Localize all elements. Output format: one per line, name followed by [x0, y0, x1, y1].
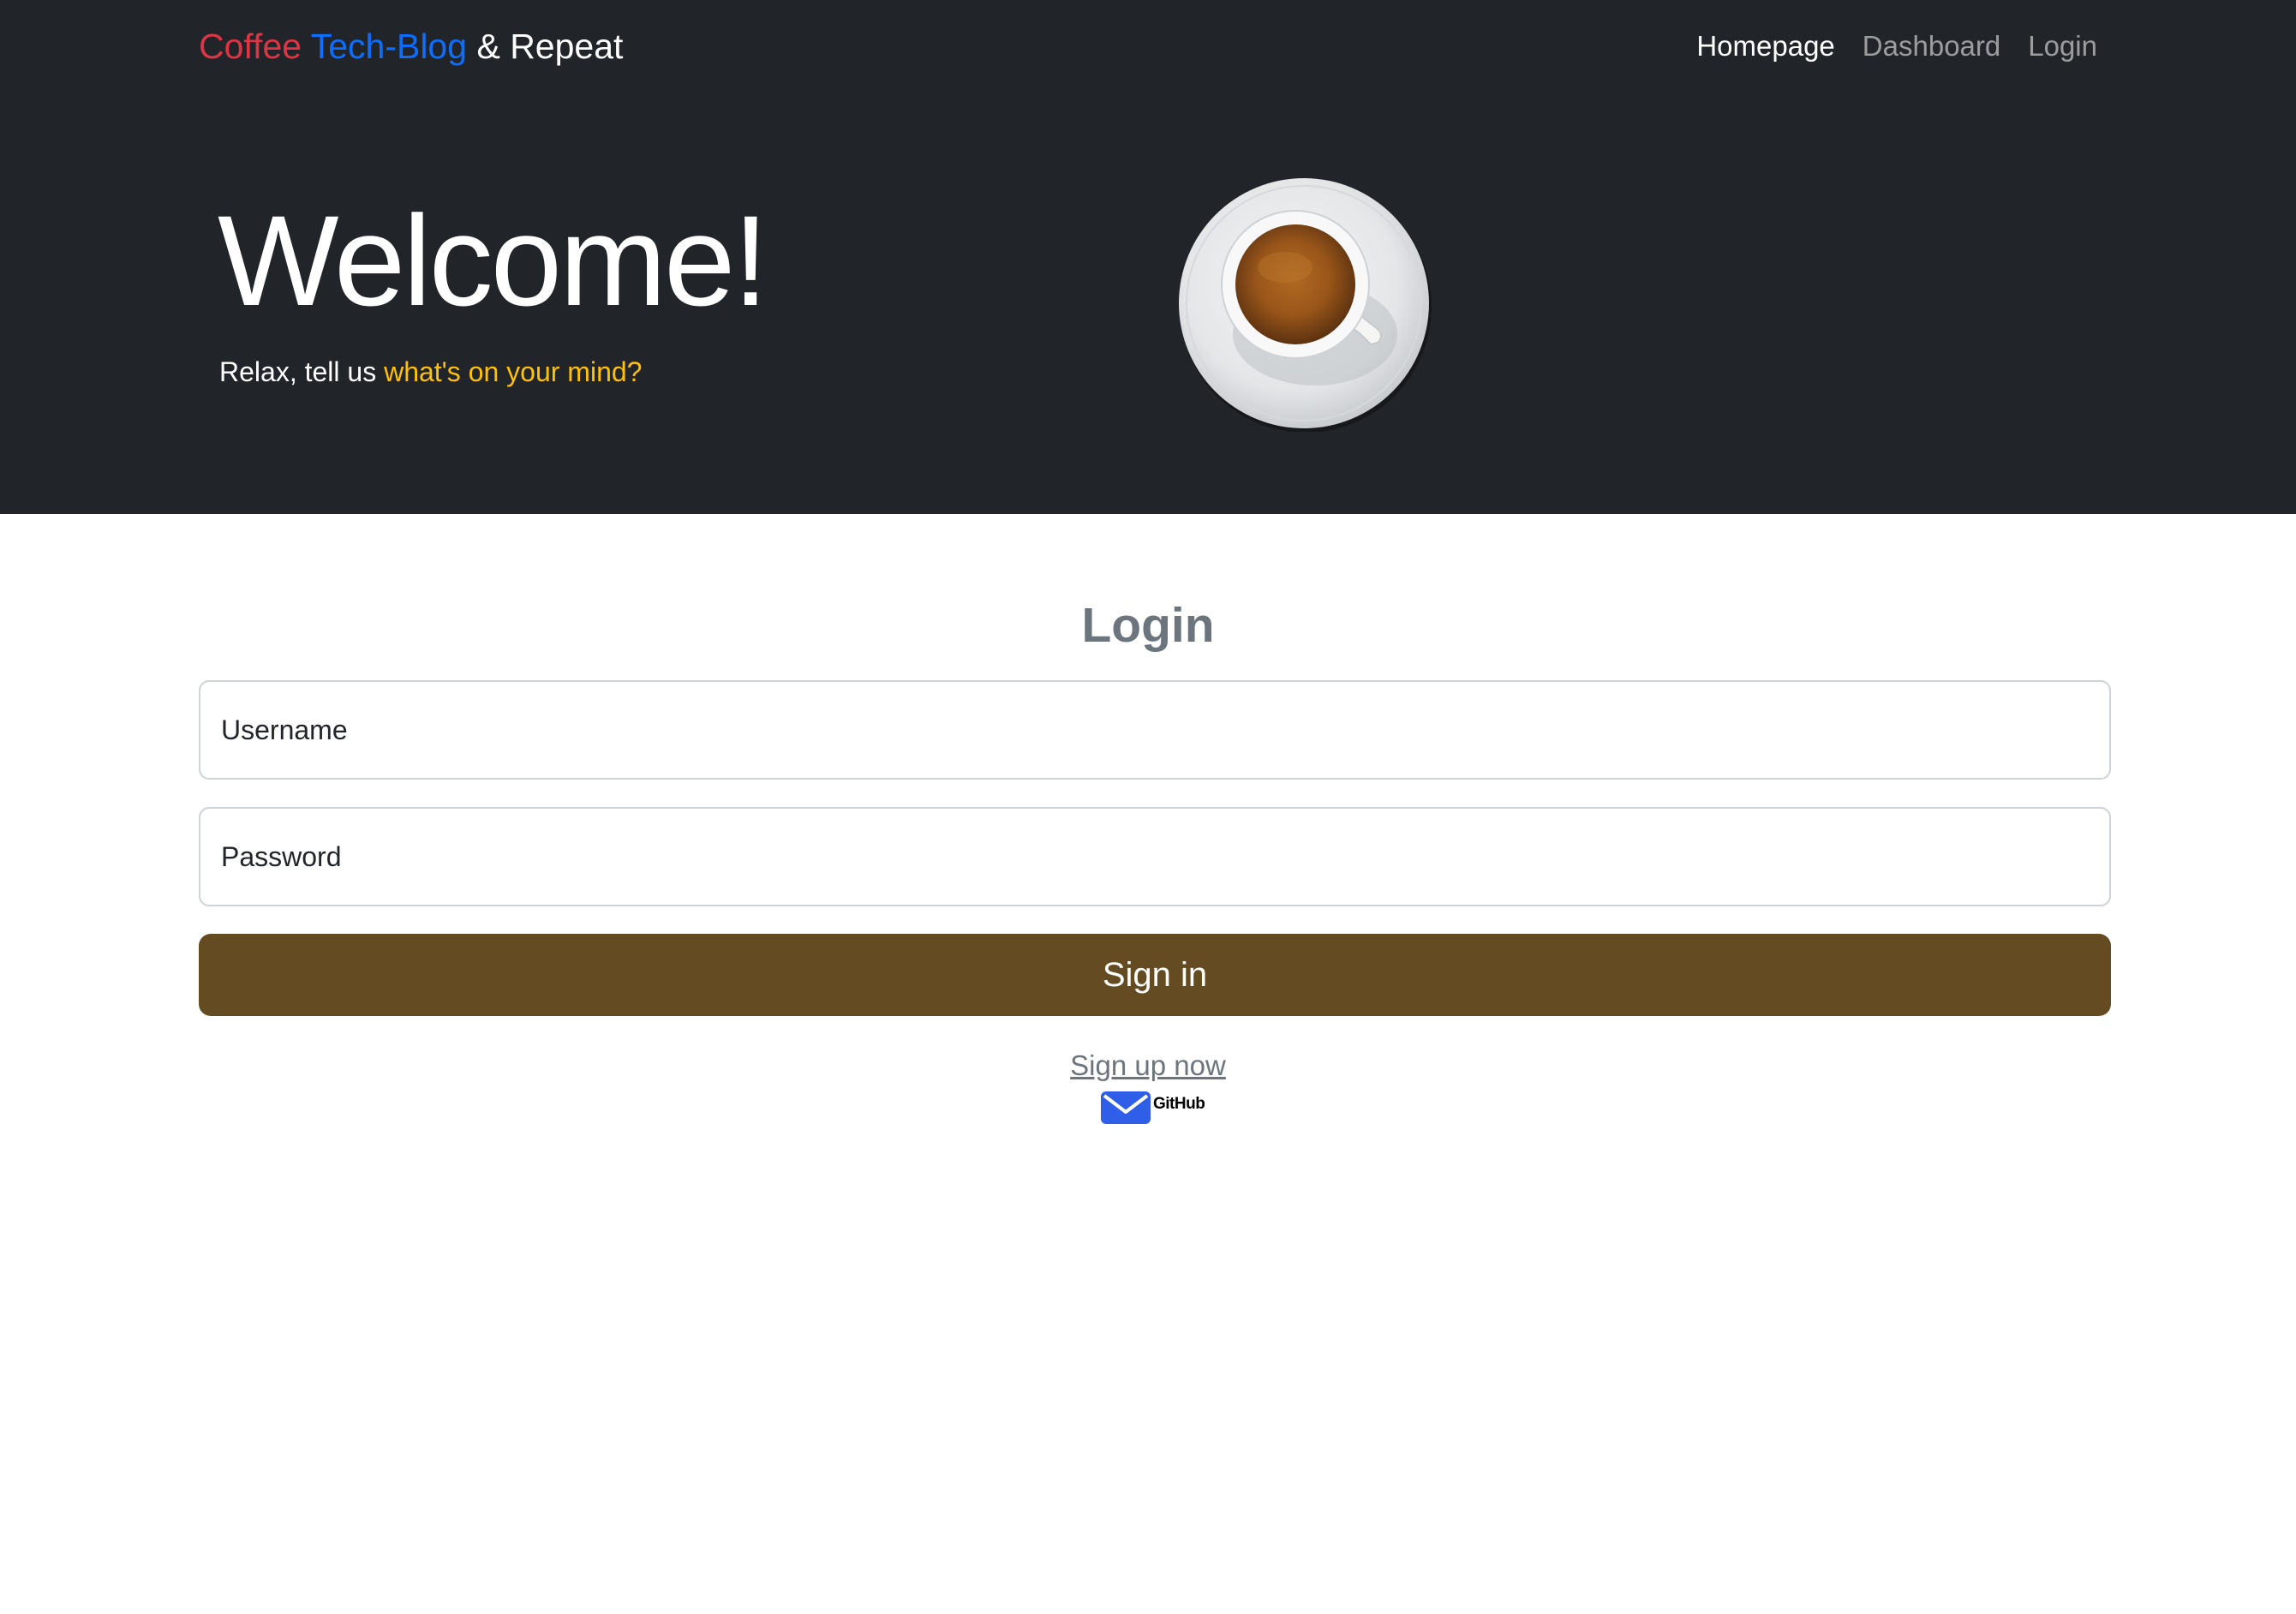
brand-repeat: & Repeat: [476, 27, 624, 66]
username-input[interactable]: [199, 680, 2111, 780]
nav-dashboard[interactable]: Dashboard: [1863, 26, 2000, 67]
nav-homepage[interactable]: Homepage: [1696, 26, 1834, 67]
hero-title: Welcome!: [218, 188, 768, 332]
brand-coffee: Coffee: [199, 27, 302, 66]
signup-row: Sign up now: [0, 1045, 2296, 1086]
hero-header: Coffee Tech-Blog & Repeat Homepage Dashb…: [0, 0, 2296, 514]
tagline-highlight: what's on your mind?: [384, 356, 643, 387]
password-input[interactable]: [199, 807, 2111, 906]
sign-in-button[interactable]: Sign in: [199, 934, 2111, 1016]
tagline-prefix: Relax, tell us: [219, 356, 377, 387]
login-title: Login: [1081, 598, 1215, 653]
brand-tech-blog: Tech-Blog: [310, 27, 468, 66]
footer-links: GitHub: [1100, 1090, 1205, 1126]
main-nav: Homepage Dashboard Login: [1696, 26, 2097, 67]
sign-up-link[interactable]: Sign up now: [1070, 1049, 1226, 1081]
email-icon[interactable]: [1100, 1090, 1151, 1126]
hero-tagline: Relax, tell us what's on your mind?: [219, 351, 642, 392]
coffee-cup-image: [1179, 178, 1432, 432]
brand-logo[interactable]: Coffee Tech-Blog & Repeat: [199, 22, 623, 70]
github-link[interactable]: GitHub: [1153, 1095, 1205, 1115]
nav-login[interactable]: Login: [2028, 26, 2097, 67]
